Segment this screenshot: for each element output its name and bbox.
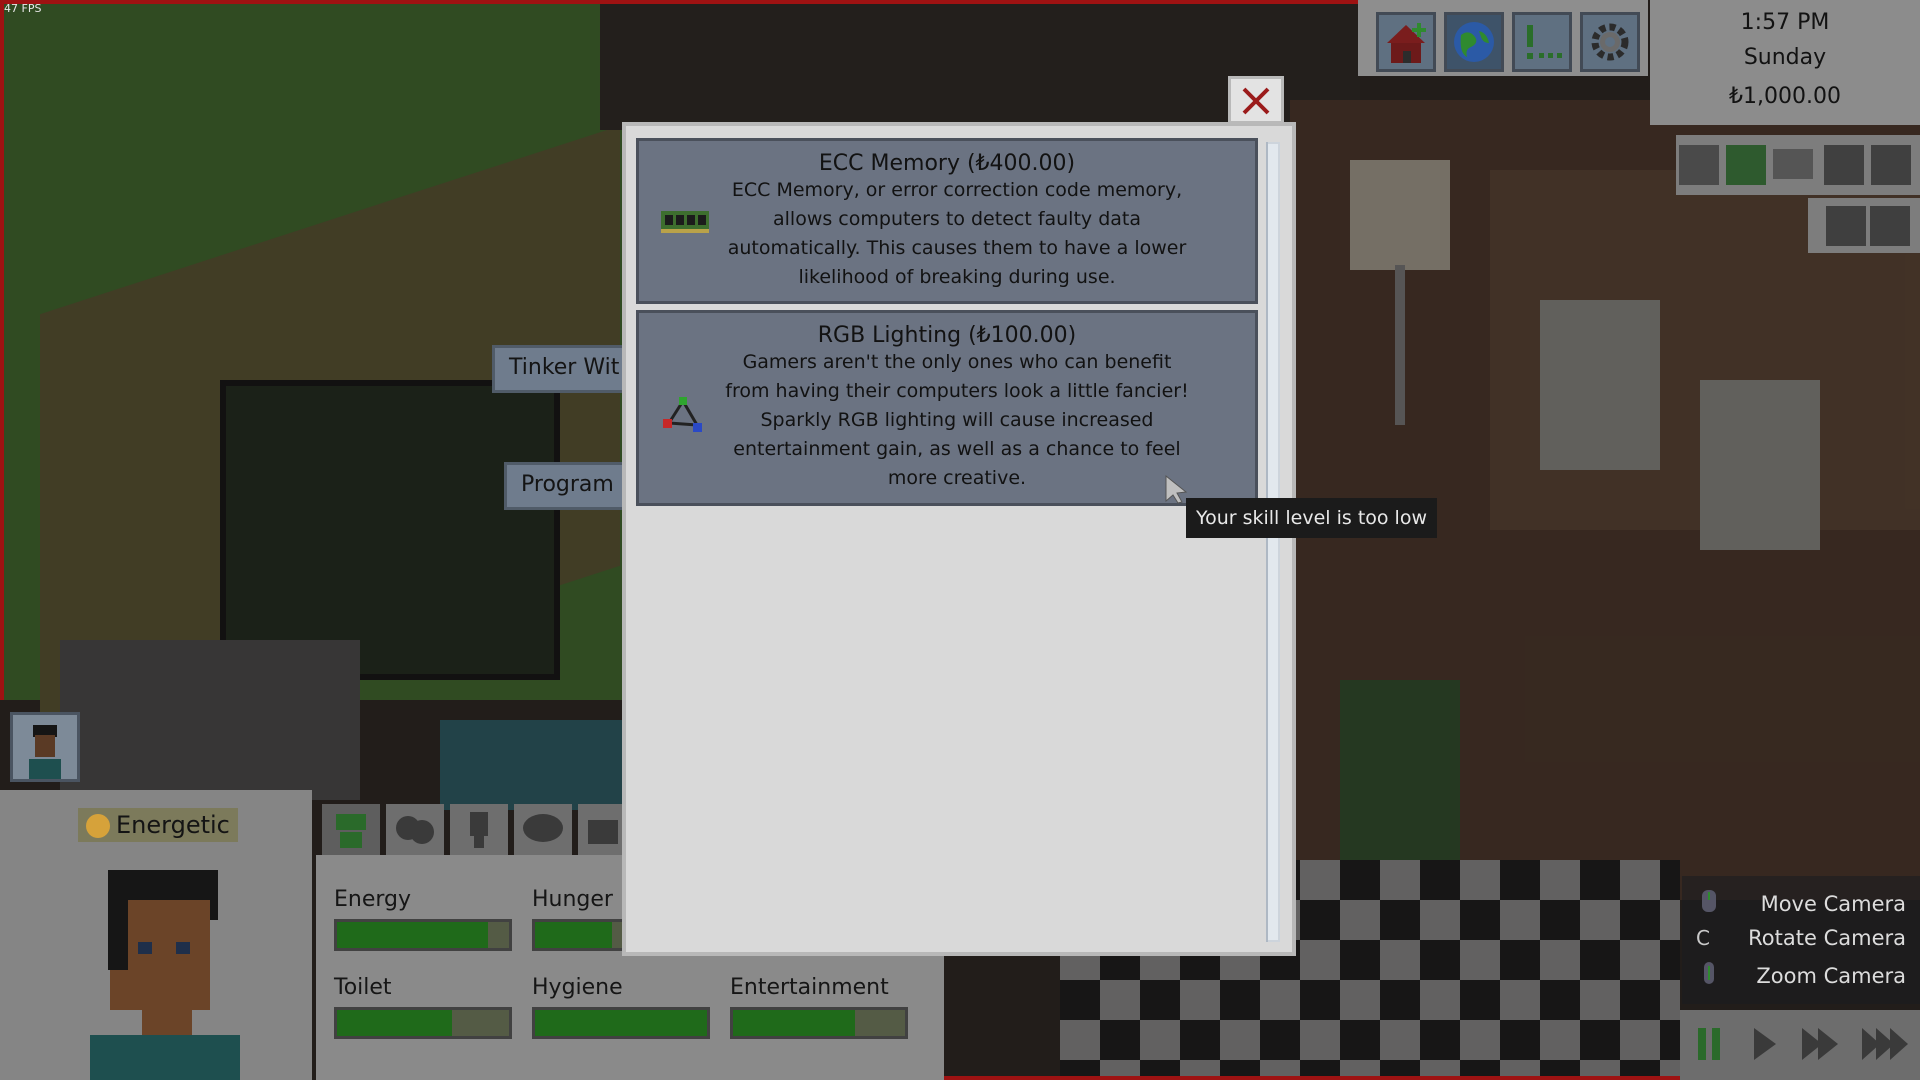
fps-counter: 47 FPS xyxy=(4,2,42,15)
day-text: Sunday xyxy=(1743,45,1827,70)
floor-down-icon[interactable] xyxy=(1871,145,1911,185)
upgrade-description: Gamers aren't the only ones who can bene… xyxy=(725,351,1189,489)
skills-tab-icon[interactable] xyxy=(450,804,508,856)
entertainment-bar-fill xyxy=(733,1010,856,1036)
pause-icon[interactable] xyxy=(1690,1024,1730,1064)
ultra-speed-icon[interactable] xyxy=(1860,1024,1916,1064)
build-toolbar-secondary xyxy=(1808,198,1920,253)
close-button[interactable] xyxy=(1228,76,1284,124)
top-toolbar xyxy=(1358,0,1648,76)
program-button[interactable]: Program xyxy=(504,462,632,510)
needs-tabs xyxy=(316,800,628,856)
chat-tab-icon[interactable] xyxy=(514,804,572,856)
border-bottom xyxy=(940,1076,1680,1080)
need-label: Energy xyxy=(334,887,412,912)
need-label: Hygiene xyxy=(532,975,623,1000)
need-label: Toilet xyxy=(334,975,392,1000)
memory-chip-icon xyxy=(661,207,709,239)
fast-forward-icon[interactable] xyxy=(1798,1024,1848,1064)
hunger-bar-fill xyxy=(535,922,613,948)
rgb-lighting-icon xyxy=(661,393,705,441)
hygiene-bar-fill xyxy=(535,1010,707,1036)
time-text: 1:57 PM xyxy=(1740,10,1830,35)
sim-portrait-small[interactable] xyxy=(10,712,80,782)
close-icon xyxy=(1242,87,1270,115)
gear-icon[interactable] xyxy=(1580,12,1640,72)
sim-portrait xyxy=(90,870,240,1080)
scrollbar-thumb[interactable] xyxy=(1268,144,1278,940)
tinker-with-button[interactable]: Tinker Wit xyxy=(492,345,632,393)
rotate-camera-key: C xyxy=(1696,926,1710,950)
entertainment-bar xyxy=(730,1007,908,1039)
upgrade-card-ecc-memory[interactable]: ECC Memory (₺400.00) ECC Memory, or erro… xyxy=(636,138,1258,304)
roof-down-icon[interactable] xyxy=(1870,206,1910,246)
need-label: Entertainment xyxy=(730,975,889,1000)
border-left xyxy=(0,0,4,700)
money-text: ₺1,000.00 xyxy=(1729,84,1841,109)
rotate-camera-label: Rotate Camera xyxy=(1748,926,1906,950)
upgrade-title: RGB Lighting (₺100.00) xyxy=(817,323,1077,348)
build-toolbar xyxy=(1676,135,1920,195)
smile-icon xyxy=(86,814,110,838)
move-camera-label: Move Camera xyxy=(1760,892,1906,916)
scroll-wheel-icon xyxy=(1696,960,1722,991)
border-top xyxy=(0,0,1360,4)
mood-badge: Energetic xyxy=(78,808,238,842)
toilet-bar xyxy=(334,1007,512,1039)
upgrade-description: ECC Memory, or error correction code mem… xyxy=(727,179,1187,288)
undo-icon[interactable] xyxy=(1773,149,1813,179)
zoom-camera-label: Zoom Camera xyxy=(1756,964,1906,988)
roof-up-icon[interactable] xyxy=(1826,206,1866,246)
relationships-tab-icon[interactable] xyxy=(386,804,444,856)
alert-icon[interactable] xyxy=(1512,12,1572,72)
needs-tab-icon[interactable] xyxy=(322,804,380,856)
toilet-bar-fill xyxy=(337,1010,453,1036)
door-tool-icon[interactable] xyxy=(1726,145,1766,185)
hygiene-bar xyxy=(532,1007,710,1039)
house-add-icon[interactable] xyxy=(1376,12,1436,72)
globe-icon[interactable] xyxy=(1444,12,1504,72)
play-icon[interactable] xyxy=(1744,1024,1784,1064)
wall-tool-icon[interactable] xyxy=(1679,145,1719,185)
upgrade-title: ECC Memory (₺400.00) xyxy=(818,151,1076,176)
energy-bar-fill xyxy=(337,922,489,948)
speed-controls xyxy=(1680,1010,1920,1080)
inventory-tab-icon[interactable] xyxy=(578,804,628,856)
tooltip: Your skill level is too low xyxy=(1186,498,1437,538)
need-label: Hunger xyxy=(532,887,613,912)
mouse-icon xyxy=(1696,888,1722,919)
energy-bar xyxy=(334,919,512,951)
camera-controls: Move Camera C Rotate Camera Zoom Camera xyxy=(1682,876,1920,1004)
floor-up-icon[interactable] xyxy=(1824,145,1864,185)
clock-panel: 1:57 PM Sunday ₺1,000.00 xyxy=(1650,0,1920,125)
mood-label: Energetic xyxy=(116,811,230,839)
